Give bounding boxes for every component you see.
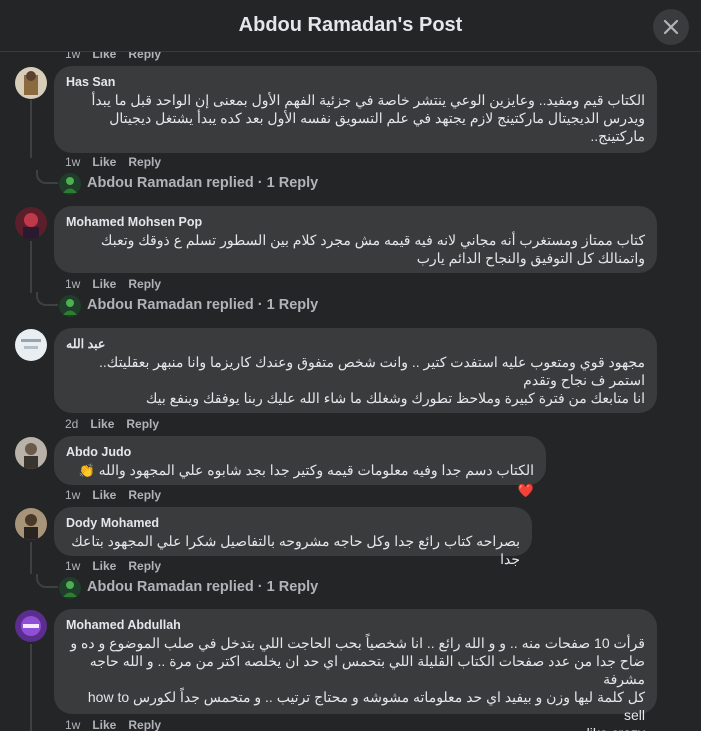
avatar[interactable] [15, 610, 47, 642]
reply-button[interactable]: Reply [128, 718, 161, 731]
avatar[interactable] [15, 508, 47, 540]
avatar[interactable] [15, 329, 47, 361]
close-icon [663, 19, 679, 35]
view-replies-link[interactable]: Abdou Ramadan replied · 1 Reply [87, 579, 318, 595]
reply-button[interactable]: Reply [128, 559, 161, 573]
dialog-title: Abdou Ramadan's Post [238, 14, 463, 36]
comment-time[interactable]: 2d [65, 417, 78, 431]
comment-time[interactable]: 1w [65, 718, 80, 731]
like-button[interactable]: Like [92, 52, 116, 61]
comment-actions: 1w Like Reply [65, 717, 161, 731]
comment-author[interactable]: Abdo Judo [66, 444, 534, 460]
avatar [59, 295, 81, 317]
comment-bubble: Abdo Judo الكتاب دسم جدا وفيه معلومات قي… [54, 436, 546, 499]
comments-feed[interactable]: 1w Like Reply Has San الكتاب قيم ومفيد..… [0, 52, 701, 731]
reply-button[interactable]: Reply [128, 277, 161, 291]
reply-button[interactable]: Reply [128, 488, 161, 502]
comment-bubble: Mohamed Mohsen Pop كتاب ممتاز ومستغرب أن… [54, 206, 657, 273]
comment-actions: 1w Like Reply [65, 276, 161, 292]
comment-time[interactable]: 1w [65, 488, 80, 502]
comment-bubble: عبد الله مجهود قوي ومتعوب عليه استفدت كت… [54, 328, 657, 413]
comment-author[interactable]: Mohamed Mohsen Pop [66, 214, 645, 230]
avatar[interactable] [15, 67, 47, 99]
like-button[interactable]: Like [92, 155, 116, 169]
comment-time[interactable]: 1w [65, 155, 80, 169]
comment-bubble: Dody Mohamed بصراحه كتاب رائع جدا وكل حا… [54, 507, 532, 567]
comment-actions-prev: 1w Like Reply [65, 52, 161, 62]
comment-author[interactable]: Has San [66, 74, 645, 90]
comment-actions: 2d Like Reply [65, 416, 159, 432]
reply-button[interactable]: Reply [128, 52, 161, 61]
comment-bubble: Has San الكتاب قيم ومفيد.. وعايزين الوعي… [54, 66, 657, 153]
comment-author[interactable]: عبد الله [66, 336, 645, 352]
comment-author[interactable]: Dody Mohamed [66, 515, 520, 531]
thread-line [30, 644, 32, 731]
comment-actions: 1w Like Reply [65, 154, 161, 170]
view-replies-link[interactable]: Abdou Ramadan replied · 1 Reply [87, 297, 318, 313]
thread-line [30, 241, 32, 293]
reply-button[interactable]: Reply [126, 417, 159, 431]
thread-connector [36, 292, 58, 306]
comment-bubble: Mohamed Abdullah قرأت 10 صفحات منه .. و … [54, 609, 657, 731]
comment-time[interactable]: 1w [65, 277, 80, 291]
comment-author[interactable]: Mohamed Abdullah [66, 617, 645, 633]
like-button[interactable]: Like [92, 488, 116, 502]
reply-button[interactable]: Reply [128, 155, 161, 169]
avatar[interactable] [15, 437, 47, 469]
thread-line [30, 100, 32, 158]
comment-text: مجهود قوي ومتعوب عليه استفدت كتير .. وان… [99, 354, 645, 406]
like-button[interactable]: Like [92, 718, 116, 731]
like-button[interactable]: Like [92, 559, 116, 573]
comment-actions: 1w Like Reply [65, 487, 161, 503]
avatar [59, 173, 81, 195]
close-button[interactable] [653, 9, 689, 45]
comment-time[interactable]: 1w [65, 559, 80, 573]
like-button[interactable]: Like [90, 417, 114, 431]
comment-text: الكتاب قيم ومفيد.. وعايزين الوعي ينتشر خ… [91, 92, 645, 144]
comment-actions: 1w Like Reply [65, 558, 161, 574]
avatar[interactable] [15, 207, 47, 239]
thread-line [30, 542, 32, 574]
avatar [59, 577, 81, 599]
thread-connector [36, 574, 58, 588]
thread-connector [36, 170, 58, 184]
like-button[interactable]: Like [92, 277, 116, 291]
post-dialog-header: Abdou Ramadan's Post [0, 0, 701, 52]
view-replies-link[interactable]: Abdou Ramadan replied · 1 Reply [87, 175, 318, 191]
comment-text: كتاب ممتاز ومستغرب أنه مجاني لانه فيه قي… [100, 232, 645, 266]
